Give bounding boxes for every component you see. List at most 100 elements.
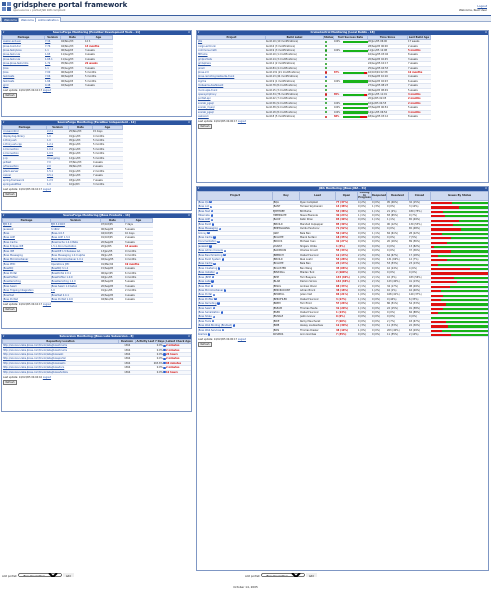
refresh-button[interactable]: Refresh xyxy=(3,93,18,99)
table-cell[interactable]: JBoss Portlet 1.0.0 xyxy=(50,297,101,303)
project-link[interactable]: JBoss Installer xyxy=(198,271,215,274)
tab-welcome-2[interactable]: Welcome xyxy=(18,17,37,22)
minimize-icon[interactable]: ▾ xyxy=(3,31,4,35)
col-header[interactable]: Activity Last 7 Days xyxy=(135,338,166,345)
help-icon[interactable]: ? xyxy=(211,276,215,279)
col-header[interactable]: Key xyxy=(272,191,300,201)
add-portlet-button[interactable]: Add xyxy=(306,573,317,578)
help-icon[interactable]: ? xyxy=(210,209,213,213)
help-icon[interactable]: ? xyxy=(209,245,212,248)
close-icon[interactable]: ✕ xyxy=(188,31,190,35)
logout-link[interactable]: Logout xyxy=(43,188,51,191)
project-link[interactable]: JBoss Benchmarking xyxy=(198,254,222,257)
tab-administration[interactable]: Administration xyxy=(35,17,62,22)
col-header[interactable]: Revision xyxy=(118,338,136,345)
help-icon[interactable]: ? xyxy=(221,258,224,261)
help-icon[interactable]: ? xyxy=(212,306,216,310)
project-link[interactable]: JBoss Build xyxy=(198,223,211,226)
logout-link[interactable]: Logout xyxy=(43,376,51,379)
project-link[interactable]: JBoss Clustering xyxy=(198,267,217,270)
project-link[interactable]: JBoss Seam xyxy=(198,307,212,310)
project-link[interactable]: JBoss Admin Console xyxy=(198,249,223,252)
project-link[interactable]: JBoss Cache xyxy=(198,262,213,265)
refresh-button[interactable]: Refresh xyxy=(3,307,18,313)
help-icon[interactable]: ? xyxy=(223,253,226,257)
refresh-button[interactable]: Refresh xyxy=(3,379,18,385)
close-icon[interactable]: ✕ xyxy=(188,214,190,218)
project-link[interactable]: JBoss Remoting xyxy=(198,302,217,305)
col-header[interactable]: Lead xyxy=(299,191,336,201)
project-link[interactable]: Kosmos xyxy=(198,333,207,336)
help-icon[interactable]: ? xyxy=(212,293,216,297)
logout-link[interactable]: Logout xyxy=(238,338,246,341)
project-link[interactable]: JBoss Test xyxy=(198,210,210,213)
project-link[interactable]: JBoss jBPM xyxy=(198,276,211,279)
project-link[interactable]: webwork xyxy=(197,114,266,120)
help-icon[interactable]: ? xyxy=(209,201,212,204)
project-link[interactable]: JBoss Build System xyxy=(198,258,221,261)
help-icon[interactable]: ? xyxy=(212,315,215,319)
help-icon[interactable]: ? xyxy=(214,298,217,301)
project-link[interactable]: JBoss Web Binding (BindLet) xyxy=(198,324,232,327)
help-icon[interactable]: ? xyxy=(223,249,227,252)
help-icon[interactable]: ? xyxy=(211,280,214,283)
col-header[interactable]: Closed xyxy=(408,191,431,201)
project-link[interactable]: Hibernate xyxy=(198,214,210,217)
help-icon[interactable]: ? xyxy=(213,262,216,266)
project-link[interactable]: JBoss Ant xyxy=(198,205,209,208)
project-link[interactable]: Javassist xyxy=(198,245,208,248)
minimize-icon[interactable]: ▾ xyxy=(3,335,4,339)
project-link[interactable]: JBoss QA xyxy=(198,201,209,204)
col-header[interactable]: Status xyxy=(323,34,334,41)
help-icon[interactable]: ? xyxy=(217,240,220,244)
project-link[interactable]: JBoss Messaging xyxy=(198,227,218,230)
project-link[interactable]: JBoss Profiler xyxy=(198,298,213,301)
project-link[interactable]: JBoss MicroContainer xyxy=(198,289,223,292)
package-cell[interactable]: spring-webflow xyxy=(2,182,47,188)
help-icon[interactable]: ? xyxy=(221,328,225,332)
help-icon[interactable]: ? xyxy=(207,231,210,235)
minimize-icon[interactable]: ▾ xyxy=(3,214,4,218)
refresh-button[interactable]: Refresh xyxy=(198,124,213,130)
col-header[interactable]: Last Build Age xyxy=(407,34,431,41)
help-icon[interactable]: ? xyxy=(209,205,213,208)
help-icon[interactable]: ? xyxy=(232,324,235,327)
col-header[interactable]: Open xyxy=(335,191,358,201)
close-icon[interactable]: ✕ xyxy=(485,31,487,35)
close-icon[interactable]: ✕ xyxy=(485,187,487,191)
help-icon[interactable]: ? xyxy=(210,218,214,222)
project-link[interactable]: JBoss Cache xyxy=(198,236,213,239)
tab-welcome[interactable]: Welcome xyxy=(1,17,20,22)
help-icon[interactable]: ? xyxy=(223,289,227,292)
project-link[interactable]: JBoss Tools xyxy=(198,320,211,323)
project-link[interactable]: JBoss AOP xyxy=(198,218,210,221)
package-cell[interactable]: jgrid xyxy=(2,83,45,89)
project-link[interactable]: JBoss Web Services xyxy=(198,329,221,332)
project-link[interactable]: Groovy xyxy=(198,232,207,235)
package-cell[interactable]: JBoss Portlet xyxy=(2,297,51,303)
add-portlet-select[interactable]: JBoss-ForumsMonitoringPortlet xyxy=(18,573,63,577)
help-icon[interactable]: ? xyxy=(208,333,211,336)
table-cell[interactable]: 1.0 xyxy=(46,182,69,188)
project-link[interactable]: JBoss Serialization xyxy=(198,311,220,314)
col-header[interactable]: Resolved xyxy=(386,191,409,201)
help-icon[interactable]: ? xyxy=(217,302,220,305)
add-portlet-select[interactable]: JBoss-ForumsMonitoringPortlet xyxy=(261,573,306,577)
logout-link[interactable]: Logout xyxy=(43,303,51,306)
minimize-icon[interactable]: ▾ xyxy=(198,187,199,191)
refresh-button[interactable]: Refresh xyxy=(3,191,18,197)
col-header[interactable]: Latest Check Age xyxy=(165,338,191,345)
project-link[interactable]: JBoss Mail xyxy=(198,285,210,288)
help-icon[interactable]: ? xyxy=(210,214,213,217)
table-cell[interactable]: 0.48 xyxy=(44,83,61,89)
refresh-button[interactable]: Refresh xyxy=(198,341,213,347)
help-icon[interactable]: ? xyxy=(211,223,215,226)
help-icon[interactable]: ? xyxy=(211,320,215,323)
col-header[interactable]: Coding In Progress xyxy=(357,191,372,201)
project-link[interactable]: JBoss Portal xyxy=(198,293,212,296)
help-icon[interactable]: ? xyxy=(213,236,216,239)
col-header[interactable]: Reopened xyxy=(371,191,387,201)
project-link[interactable]: Documentation xyxy=(198,240,216,243)
help-icon[interactable]: ? xyxy=(218,267,221,270)
add-portlet-button[interactable]: Add xyxy=(63,573,74,578)
